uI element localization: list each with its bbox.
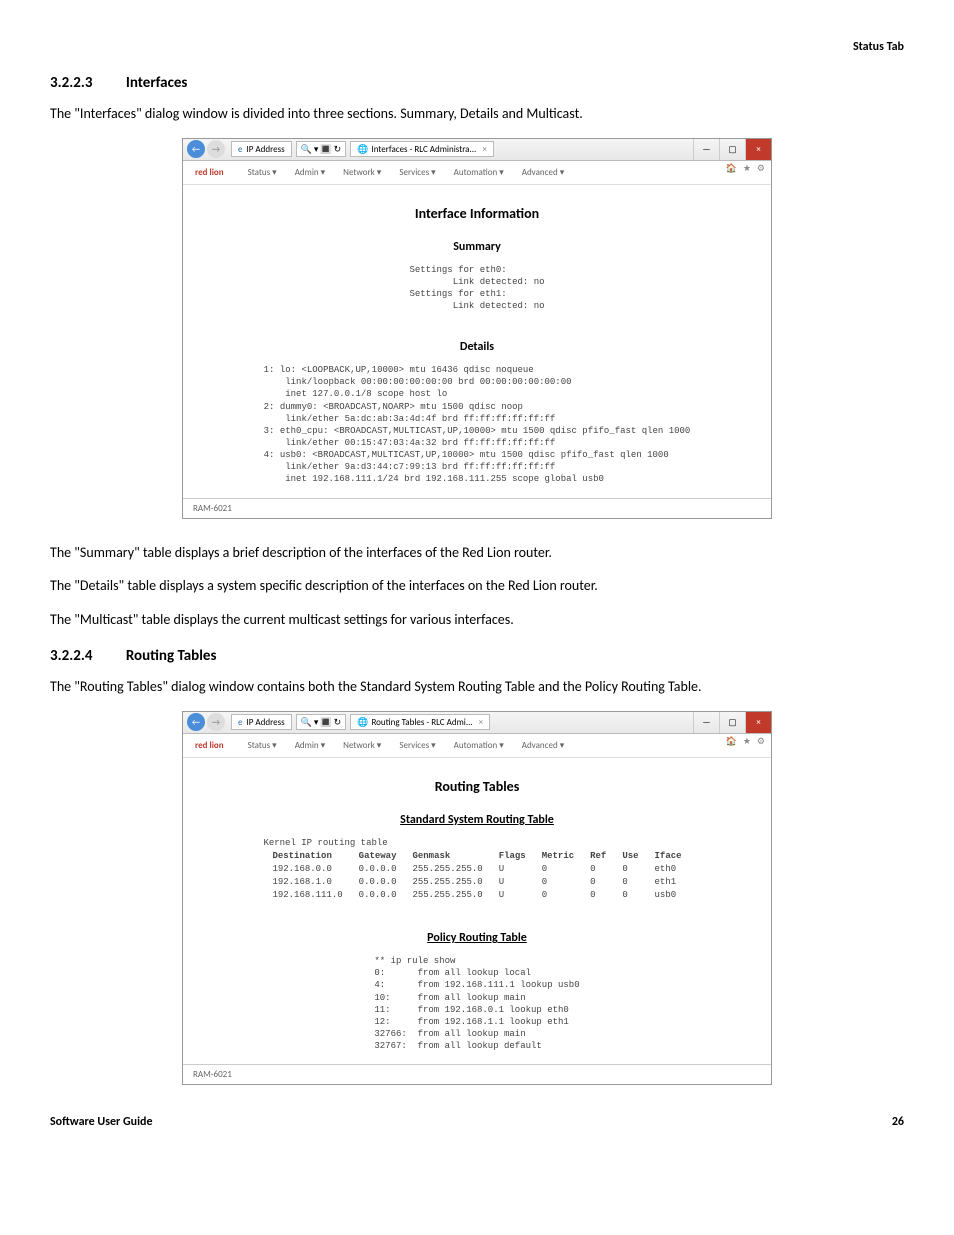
policy-routing-heading: Policy Routing Table <box>213 931 741 945</box>
forward-button[interactable]: → <box>207 713 225 731</box>
section-heading-routing: 3.2.2.4 Routing Tables <box>50 647 904 665</box>
minimize-icon[interactable]: — <box>693 139 719 160</box>
window-buttons: — ▢ × <box>693 712 771 733</box>
menu-automation[interactable]: Automation ▾ <box>454 167 504 178</box>
browser-tool-row: 🏠 ★ ⚙ <box>726 163 765 174</box>
maximize-icon[interactable]: ▢ <box>719 139 745 160</box>
window-buttons: — ▢ × <box>693 139 771 160</box>
back-button[interactable]: ← <box>187 140 205 158</box>
menu-status[interactable]: Status ▾ <box>248 740 277 751</box>
details-heading: Details <box>213 340 741 354</box>
brand-label: red lion <box>195 167 224 178</box>
browser-chrome: ← → e IP Address 🔍 ▾ 🔳 ↻ 🌐 Routing Table… <box>183 712 771 734</box>
section-heading-interfaces: 3.2.2.3 Interfaces <box>50 74 904 92</box>
app-top-nav: red lion Status ▾ Admin ▾ Network ▾ Serv… <box>183 734 771 758</box>
table-header-row: Destination Gateway Genmask Flags Metric… <box>265 851 688 862</box>
globe-icon: 🌐 <box>357 717 368 728</box>
gear-icon[interactable]: ⚙ <box>757 736 765 747</box>
panel-title: Routing Tables <box>213 778 741 795</box>
multicast-desc: The "Multicast" table displays the curre… <box>50 610 904 630</box>
back-button[interactable]: ← <box>187 713 205 731</box>
menu-advanced[interactable]: Advanced ▾ <box>522 740 564 751</box>
ie-icon: e <box>238 717 242 728</box>
menu-services[interactable]: Services ▾ <box>399 740 435 751</box>
address-text: IP Address <box>246 144 284 155</box>
content-area: Interface Information Summary Settings f… <box>183 185 771 498</box>
minimize-icon[interactable]: — <box>693 712 719 733</box>
menu-advanced[interactable]: Advanced ▾ <box>522 167 564 178</box>
intro-interfaces: The "Interfaces" dialog window is divide… <box>50 104 904 124</box>
table-row: 192.168.1.00.0.0.0255.255.255.0U000eth1 <box>265 877 688 888</box>
std-routing-table: Destination Gateway Genmask Flags Metric… <box>263 849 690 903</box>
home-icon[interactable]: 🏠 <box>726 163 737 174</box>
screenshot-routing: ← → e IP Address 🔍 ▾ 🔳 ↻ 🌐 Routing Table… <box>182 711 772 1085</box>
browser-chrome: ← → e IP Address 🔍 ▾ 🔳 ↻ 🌐 Interfaces - … <box>183 139 771 161</box>
favorite-icon[interactable]: ★ <box>743 163 751 174</box>
favorite-icon[interactable]: ★ <box>743 736 751 747</box>
table-row: 192.168.0.00.0.0.0255.255.255.0U000eth0 <box>265 864 688 875</box>
details-desc: The "Details" table displays a system sp… <box>50 576 904 596</box>
brand-label: red lion <box>195 740 224 751</box>
tab-close-icon[interactable]: × <box>482 144 486 155</box>
content-area: Routing Tables Standard System Routing T… <box>183 758 771 1064</box>
browser-tab[interactable]: 🌐 Interfaces - RLC Administra... × <box>350 141 494 157</box>
menu-status[interactable]: Status ▾ <box>248 167 277 178</box>
home-icon[interactable]: 🏠 <box>726 736 737 747</box>
address-bar[interactable]: e IP Address <box>231 714 292 730</box>
tab-close-icon[interactable]: × <box>479 717 483 728</box>
intro-routing: The "Routing Tables" dialog window conta… <box>50 677 904 697</box>
menu-network[interactable]: Network ▾ <box>343 167 381 178</box>
app-top-nav: red lion Status ▾ Admin ▾ Network ▾ Serv… <box>183 161 771 185</box>
summary-output: Settings for eth0: Link detected: no Set… <box>409 264 544 313</box>
footer-right: 26 <box>892 1115 904 1129</box>
summary-heading: Summary <box>213 240 741 254</box>
tab-title: Routing Tables - RLC Admi... <box>371 717 472 728</box>
panel-title: Interface Information <box>213 205 741 222</box>
std-routing-caption: Kernel IP routing table <box>263 837 690 849</box>
section-number: 3.2.2.3 <box>50 74 92 92</box>
search-controls[interactable]: 🔍 ▾ 🔳 ↻ <box>296 714 347 730</box>
page-header-right: Status Tab <box>50 40 904 54</box>
screenshot-interfaces: ← → e IP Address 🔍 ▾ 🔳 ↻ 🌐 Interfaces - … <box>182 138 772 519</box>
std-routing-block: Kernel IP routing table Destination Gate… <box>263 837 690 903</box>
std-routing-heading: Standard System Routing Table <box>213 813 741 827</box>
globe-icon: 🌐 <box>357 144 368 155</box>
menu-network[interactable]: Network ▾ <box>343 740 381 751</box>
details-output: 1: lo: <LOOPBACK,UP,10000> mtu 16436 qdi… <box>264 364 691 485</box>
menu-admin[interactable]: Admin ▾ <box>295 740 325 751</box>
policy-routing-output: ** ip rule show 0: from all lookup local… <box>374 955 579 1052</box>
section-title: Interfaces <box>126 74 188 92</box>
forward-button[interactable]: → <box>207 140 225 158</box>
address-bar[interactable]: e IP Address <box>231 141 292 157</box>
close-icon[interactable]: × <box>745 139 771 160</box>
browser-tab[interactable]: 🌐 Routing Tables - RLC Admi... × <box>350 714 490 730</box>
table-row: 192.168.111.00.0.0.0255.255.255.0U000usb… <box>265 890 688 901</box>
maximize-icon[interactable]: ▢ <box>719 712 745 733</box>
address-text: IP Address <box>246 717 284 728</box>
page-footer: Software User Guide 26 <box>50 1115 904 1129</box>
close-icon[interactable]: × <box>745 712 771 733</box>
gear-icon[interactable]: ⚙ <box>757 163 765 174</box>
search-controls[interactable]: 🔍 ▾ 🔳 ↻ <box>296 141 347 157</box>
ie-icon: e <box>238 144 242 155</box>
menu-automation[interactable]: Automation ▾ <box>454 740 504 751</box>
browser-tool-row: 🏠 ★ ⚙ <box>726 736 765 747</box>
window-footer: RAM-6021 <box>183 498 771 518</box>
summary-desc: The "Summary" table displays a brief des… <box>50 543 904 563</box>
footer-left: Software User Guide <box>50 1115 153 1129</box>
section-number: 3.2.2.4 <box>50 647 92 665</box>
window-footer: RAM-6021 <box>183 1064 771 1084</box>
tab-title: Interfaces - RLC Administra... <box>371 144 476 155</box>
menu-services[interactable]: Services ▾ <box>399 167 435 178</box>
menu-admin[interactable]: Admin ▾ <box>295 167 325 178</box>
section-title: Routing Tables <box>126 647 217 665</box>
